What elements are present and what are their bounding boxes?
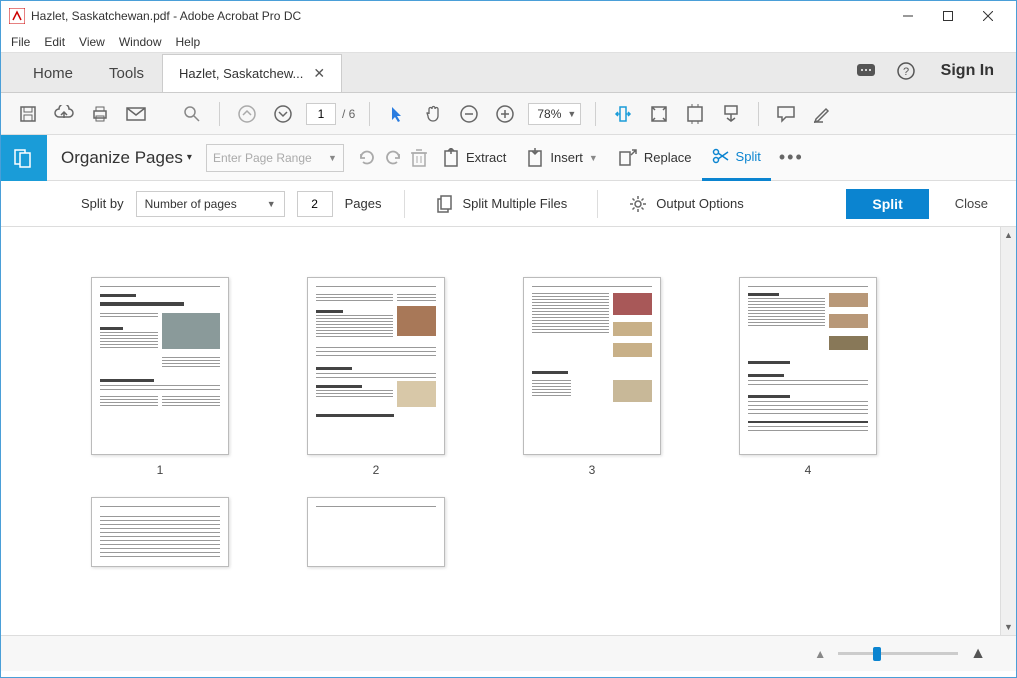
- caret-down-icon: ▾: [187, 152, 192, 163]
- menu-window[interactable]: Window: [119, 35, 162, 49]
- page-thumbnail[interactable]: 2: [307, 277, 445, 477]
- tab-bar: Home Tools Hazlet, Saskatchew... ✕ ? Sig…: [1, 53, 1016, 93]
- more-options-icon[interactable]: •••: [771, 147, 812, 168]
- scroll-up-arrow[interactable]: ▲: [1001, 227, 1016, 243]
- zoom-in-thumb-icon[interactable]: ▲: [970, 645, 986, 663]
- tab-tools[interactable]: Tools: [91, 55, 162, 92]
- menubar: File Edit View Window Help: [1, 31, 1016, 53]
- print-icon[interactable]: [87, 101, 113, 127]
- sign-in-button[interactable]: Sign In: [933, 62, 1002, 80]
- delete-icon[interactable]: [406, 145, 432, 171]
- split-action-button[interactable]: Split: [846, 189, 928, 219]
- search-icon[interactable]: [179, 101, 205, 127]
- menu-file[interactable]: File: [11, 35, 30, 49]
- hand-tool-icon[interactable]: [420, 101, 446, 127]
- split-multiple-files-button[interactable]: Split Multiple Files: [427, 194, 576, 214]
- pages-label: Pages: [345, 196, 382, 211]
- window-maximize-button[interactable]: [928, 2, 968, 30]
- zoom-out-icon[interactable]: [456, 101, 482, 127]
- highlight-icon[interactable]: [809, 101, 835, 127]
- notification-icon[interactable]: [853, 58, 879, 84]
- main-toolbar: / 6 78% ▼: [1, 93, 1016, 135]
- insert-icon: [526, 148, 544, 168]
- organize-pages-toolbar: Organize Pages ▾ Enter Page Range ▼ Extr…: [1, 135, 1016, 181]
- thumbnail-area[interactable]: 1: [1, 227, 1000, 635]
- zoom-value: 78%: [537, 107, 561, 121]
- help-icon[interactable]: ?: [893, 58, 919, 84]
- email-icon[interactable]: [123, 101, 149, 127]
- replace-icon: [618, 148, 638, 168]
- thumbnail-label: 4: [805, 463, 812, 477]
- zoom-out-thumb-icon[interactable]: ▲: [814, 647, 826, 661]
- svg-text:?: ?: [903, 66, 909, 78]
- page-thumbnail[interactable]: [91, 497, 229, 567]
- comment-icon[interactable]: [773, 101, 799, 127]
- insert-button[interactable]: Insert ▼: [516, 135, 607, 181]
- window-titlebar: Hazlet, Saskatchewan.pdf - Adobe Acrobat…: [1, 1, 1016, 31]
- page-range-input[interactable]: Enter Page Range ▼: [206, 144, 344, 172]
- zoom-select[interactable]: 78% ▼: [528, 103, 581, 125]
- page-thumbnail[interactable]: [307, 497, 445, 567]
- save-icon[interactable]: [15, 101, 41, 127]
- select-tool-icon[interactable]: [384, 101, 410, 127]
- split-by-label: Split by: [81, 196, 124, 211]
- replace-button[interactable]: Replace: [608, 135, 702, 181]
- caret-down-icon: ▼: [267, 199, 276, 209]
- thumbnail-label: 3: [589, 463, 596, 477]
- window-minimize-button[interactable]: [888, 2, 928, 30]
- caret-down-icon: ▼: [328, 153, 337, 163]
- tab-close-icon[interactable]: ✕: [313, 65, 325, 82]
- page-number-input[interactable]: [306, 103, 336, 125]
- extract-button[interactable]: Extract: [432, 135, 516, 181]
- split-method-select[interactable]: Number of pages ▼: [136, 191, 285, 217]
- split-options-bar: Split by Number of pages ▼ Pages Split M…: [1, 181, 1016, 227]
- zoom-slider-thumb[interactable]: [873, 647, 881, 661]
- bottom-zoom-bar: ▲ ▲: [1, 635, 1016, 671]
- split-close-button[interactable]: Close: [941, 196, 1002, 211]
- page-thumbnail[interactable]: 4: [739, 277, 877, 477]
- organize-pages-tool-icon[interactable]: [1, 135, 47, 181]
- tab-home[interactable]: Home: [15, 55, 91, 92]
- cloud-upload-icon[interactable]: [51, 101, 77, 127]
- split-button[interactable]: Split: [702, 135, 771, 181]
- caret-down-icon: ▼: [589, 153, 598, 163]
- thumbnail-label: 1: [157, 463, 164, 477]
- fullscreen-icon[interactable]: [682, 101, 708, 127]
- read-mode-icon[interactable]: [718, 101, 744, 127]
- tab-document-label: Hazlet, Saskatchew...: [179, 66, 303, 81]
- close-panel-button[interactable]: [980, 145, 1016, 171]
- thumbnail-label: 2: [373, 463, 380, 477]
- vertical-scrollbar[interactable]: ▲ ▼: [1000, 227, 1016, 635]
- acrobat-app-icon: [9, 8, 25, 24]
- menu-edit[interactable]: Edit: [44, 35, 65, 49]
- split-pages-input[interactable]: [297, 191, 333, 217]
- caret-down-icon: ▼: [567, 109, 576, 119]
- page-thumbnail[interactable]: 1: [91, 277, 229, 477]
- fit-width-icon[interactable]: [610, 101, 636, 127]
- gear-icon: [628, 194, 648, 214]
- page-number-control: / 6: [306, 103, 355, 125]
- scroll-down-arrow[interactable]: ▼: [1001, 619, 1016, 635]
- page-down-icon[interactable]: [270, 101, 296, 127]
- tab-document[interactable]: Hazlet, Saskatchew... ✕: [162, 54, 342, 92]
- rotate-ccw-icon[interactable]: [354, 145, 380, 171]
- page-thumbnail[interactable]: 3: [523, 277, 661, 477]
- organize-pages-title[interactable]: Organize Pages ▾: [47, 148, 206, 168]
- page-thumbnail-workspace: 1: [1, 227, 1016, 635]
- window-title: Hazlet, Saskatchewan.pdf - Adobe Acrobat…: [31, 9, 888, 23]
- menu-help[interactable]: Help: [176, 35, 201, 49]
- page-up-icon[interactable]: [234, 101, 260, 127]
- zoom-slider[interactable]: [838, 652, 958, 655]
- fit-page-icon[interactable]: [646, 101, 672, 127]
- multi-files-icon: [435, 194, 455, 214]
- menu-view[interactable]: View: [79, 35, 105, 49]
- scissors-icon: [712, 147, 730, 165]
- page-range-placeholder: Enter Page Range: [213, 151, 312, 165]
- zoom-in-icon[interactable]: [492, 101, 518, 127]
- window-close-button[interactable]: [968, 2, 1008, 30]
- output-options-button[interactable]: Output Options: [620, 194, 751, 214]
- rotate-cw-icon[interactable]: [380, 145, 406, 171]
- page-total-label: / 6: [342, 107, 355, 121]
- extract-icon: [442, 148, 460, 168]
